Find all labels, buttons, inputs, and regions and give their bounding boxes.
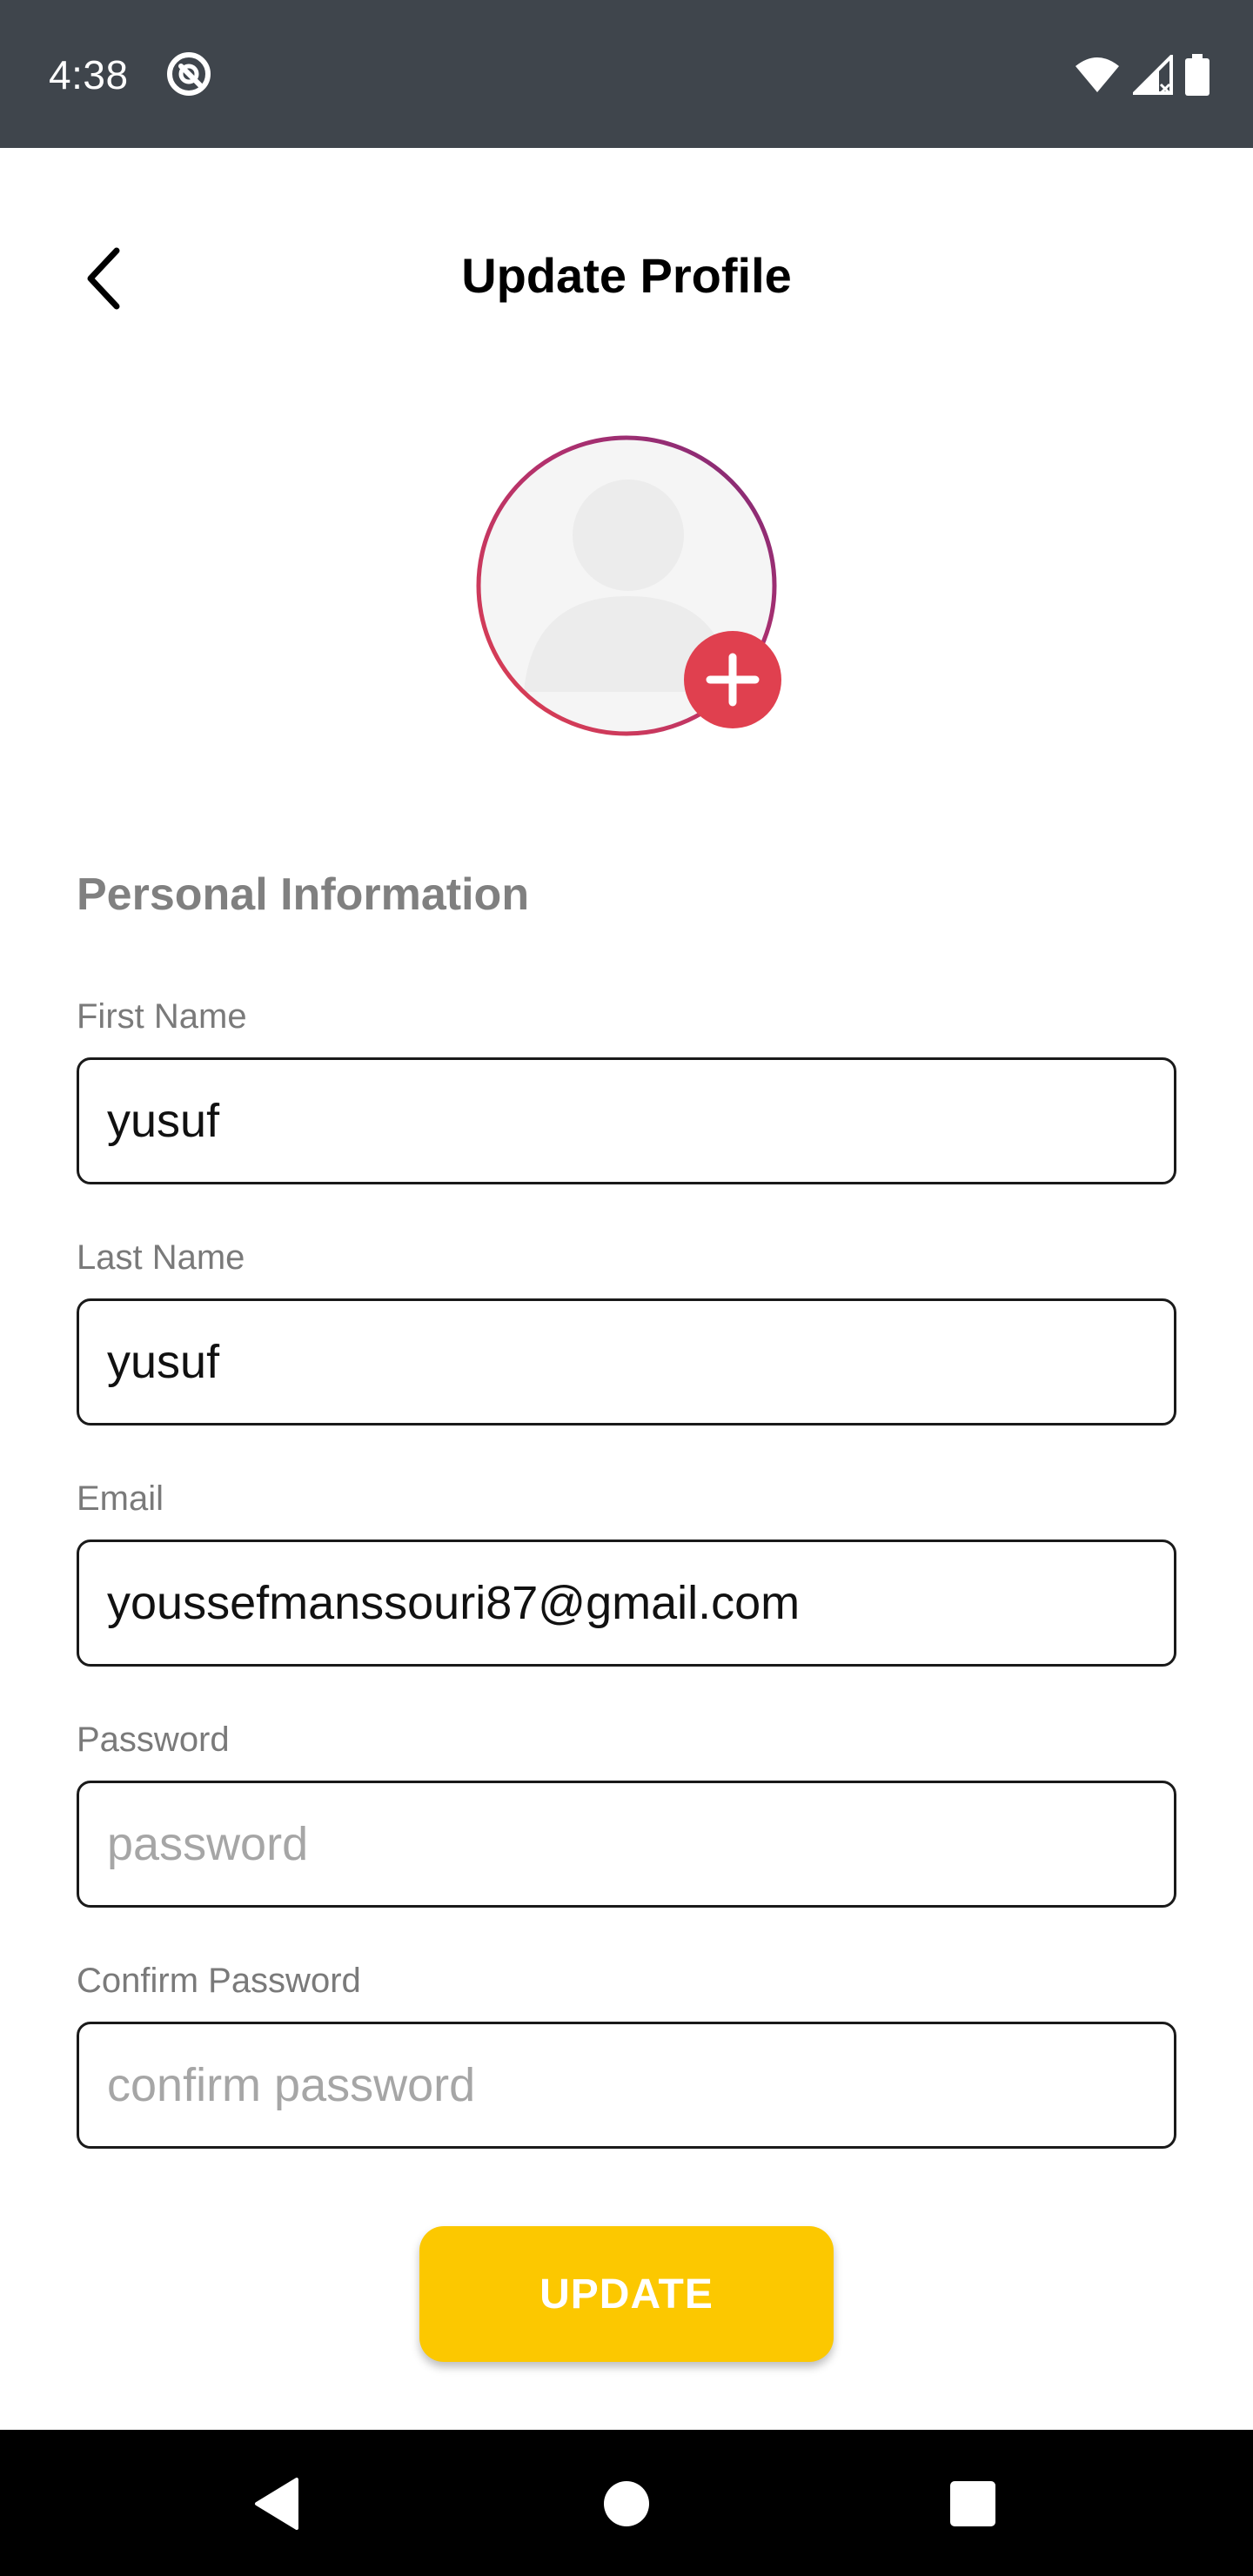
nav-home-button[interactable]	[587, 2465, 666, 2543]
last-name-label: Last Name	[77, 1238, 245, 1277]
battery-icon	[1185, 54, 1209, 96]
first-name-field: First Name	[77, 995, 1176, 1184]
recents-square-icon	[950, 2481, 995, 2526]
add-photo-button[interactable]	[684, 631, 781, 728]
signal-icon	[1133, 55, 1173, 95]
plus-icon	[706, 653, 760, 707]
first-name-label: First Name	[77, 997, 247, 1036]
password-label: Password	[77, 1721, 230, 1759]
at-sign-icon	[167, 52, 211, 96]
confirm-password-label: Confirm Password	[77, 1962, 361, 2000]
confirm-password-field: Confirm Password	[77, 1959, 1176, 2149]
wifi-icon	[1075, 57, 1119, 92]
email-label: Email	[77, 1479, 164, 1518]
password-input[interactable]	[77, 1781, 1176, 1908]
section-title: Personal Information	[77, 869, 530, 920]
back-triangle-icon	[255, 2478, 298, 2530]
confirm-password-input[interactable]	[77, 2022, 1176, 2149]
nav-recents-button[interactable]	[934, 2465, 1012, 2543]
password-field: Password	[77, 1718, 1176, 1908]
status-icons	[1074, 52, 1209, 97]
email-field: Email	[77, 1477, 1176, 1667]
nav-back-button[interactable]	[238, 2465, 317, 2543]
page-title: Update Profile	[461, 248, 792, 303]
status-time: 4:38	[49, 52, 129, 97]
profile-avatar[interactable]	[472, 431, 781, 741]
home-circle-icon	[604, 2481, 649, 2526]
status-bar: 4:38	[0, 0, 1253, 148]
update-button[interactable]: UPDATE	[419, 2226, 834, 2362]
last-name-input[interactable]	[77, 1298, 1176, 1426]
system-nav-bar	[0, 2430, 1253, 2576]
email-input[interactable]	[77, 1540, 1176, 1667]
last-name-field: Last Name	[77, 1236, 1176, 1426]
header: Update Profile	[0, 148, 1253, 409]
first-name-input[interactable]	[77, 1057, 1176, 1184]
